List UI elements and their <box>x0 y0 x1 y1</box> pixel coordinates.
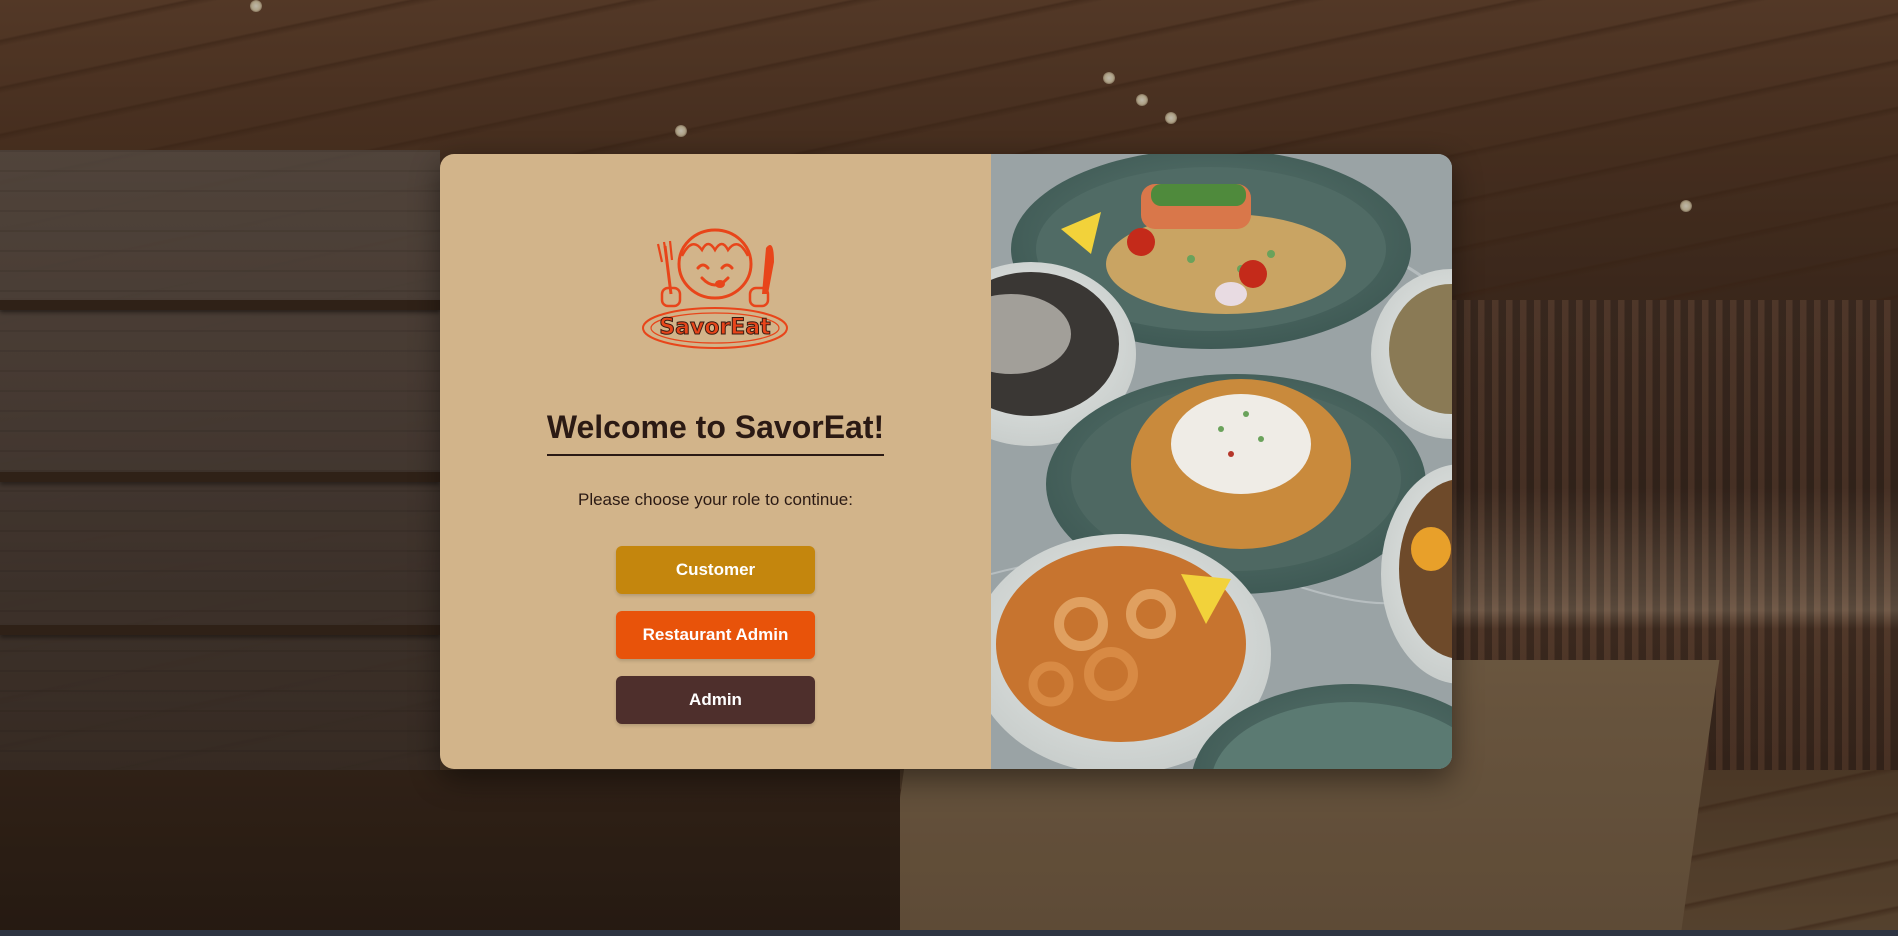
bottom-strip <box>0 930 1898 936</box>
welcome-title: Welcome to SavorEat! <box>546 409 885 456</box>
restaurant-admin-button[interactable]: Restaurant Admin <box>616 611 815 659</box>
svg-text:SavorEat: SavorEat <box>659 315 771 340</box>
admin-button[interactable]: Admin <box>616 676 815 724</box>
role-selection-card: SavorEat Welcome to SavorEat! Please cho… <box>440 154 1452 769</box>
role-prompt: Please choose your role to continue: <box>577 490 853 509</box>
food-platter-photo <box>991 154 1452 769</box>
customer-button[interactable]: Customer <box>616 546 815 594</box>
welcome-heading: Welcome to SavorEat! <box>440 409 991 456</box>
role-selection-panel: SavorEat Welcome to SavorEat! Please cho… <box>440 154 991 769</box>
hero-food-image <box>991 154 1452 769</box>
savoreat-logo: SavorEat <box>642 228 788 349</box>
